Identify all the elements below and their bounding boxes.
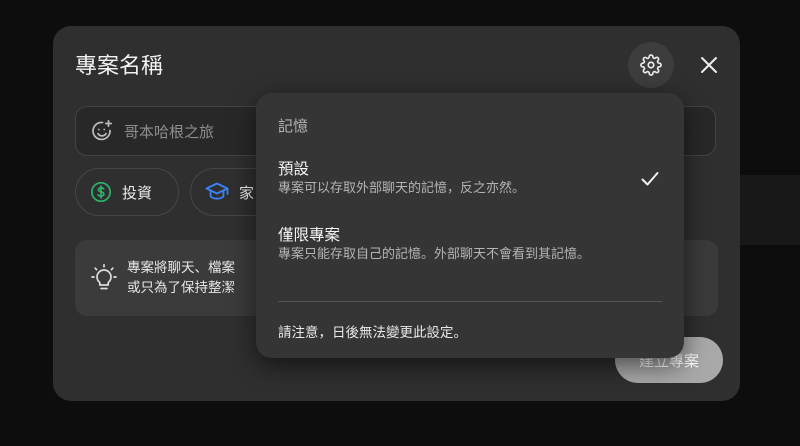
tip-line: 專案將聊天、檔案	[127, 260, 235, 276]
emoji-add-icon[interactable]	[90, 119, 114, 147]
graduation-cap-icon	[205, 182, 229, 200]
tip-line: 或只為了保持整潔	[127, 280, 235, 296]
tip-text: 專案將聊天、檔案 或只為了保持整潔	[127, 258, 235, 298]
chip-label: 家	[239, 183, 255, 202]
lightbulb-icon	[91, 263, 117, 296]
option-label: 預設	[278, 160, 310, 178]
gear-icon	[640, 54, 662, 76]
dollar-circle-icon	[91, 182, 111, 202]
close-button[interactable]	[690, 46, 728, 84]
memory-settings-button[interactable]	[628, 42, 674, 88]
memory-option-project-only[interactable]: 僅限專案 專案只能存取自己的記憶。外部聊天不會看到其記憶。	[256, 223, 684, 283]
menu-divider	[278, 301, 662, 302]
chip-label: 投資	[122, 183, 153, 202]
background-panel	[740, 175, 800, 245]
option-label: 僅限專案	[278, 226, 341, 244]
checkmark-icon	[640, 170, 660, 192]
close-icon	[701, 57, 717, 73]
dialog-title: 專案名稱	[75, 54, 164, 79]
category-chip-investment[interactable]: 投資	[75, 168, 179, 216]
menu-note: 請注意，日後無法變更此設定。	[278, 325, 467, 341]
option-description: 專案只能存取自己的記憶。外部聊天不會看到其記憶。	[278, 247, 591, 262]
memory-option-default[interactable]: 預設 專案可以存取外部聊天的記憶，反之亦然。	[256, 157, 684, 203]
option-description: 專案可以存取外部聊天的記憶，反之亦然。	[278, 181, 526, 196]
menu-header: 記憶	[278, 117, 309, 135]
memory-settings-menu: 記憶 預設 專案可以存取外部聊天的記憶，反之亦然。 僅限專案 專案只能存取自己的…	[256, 93, 684, 358]
